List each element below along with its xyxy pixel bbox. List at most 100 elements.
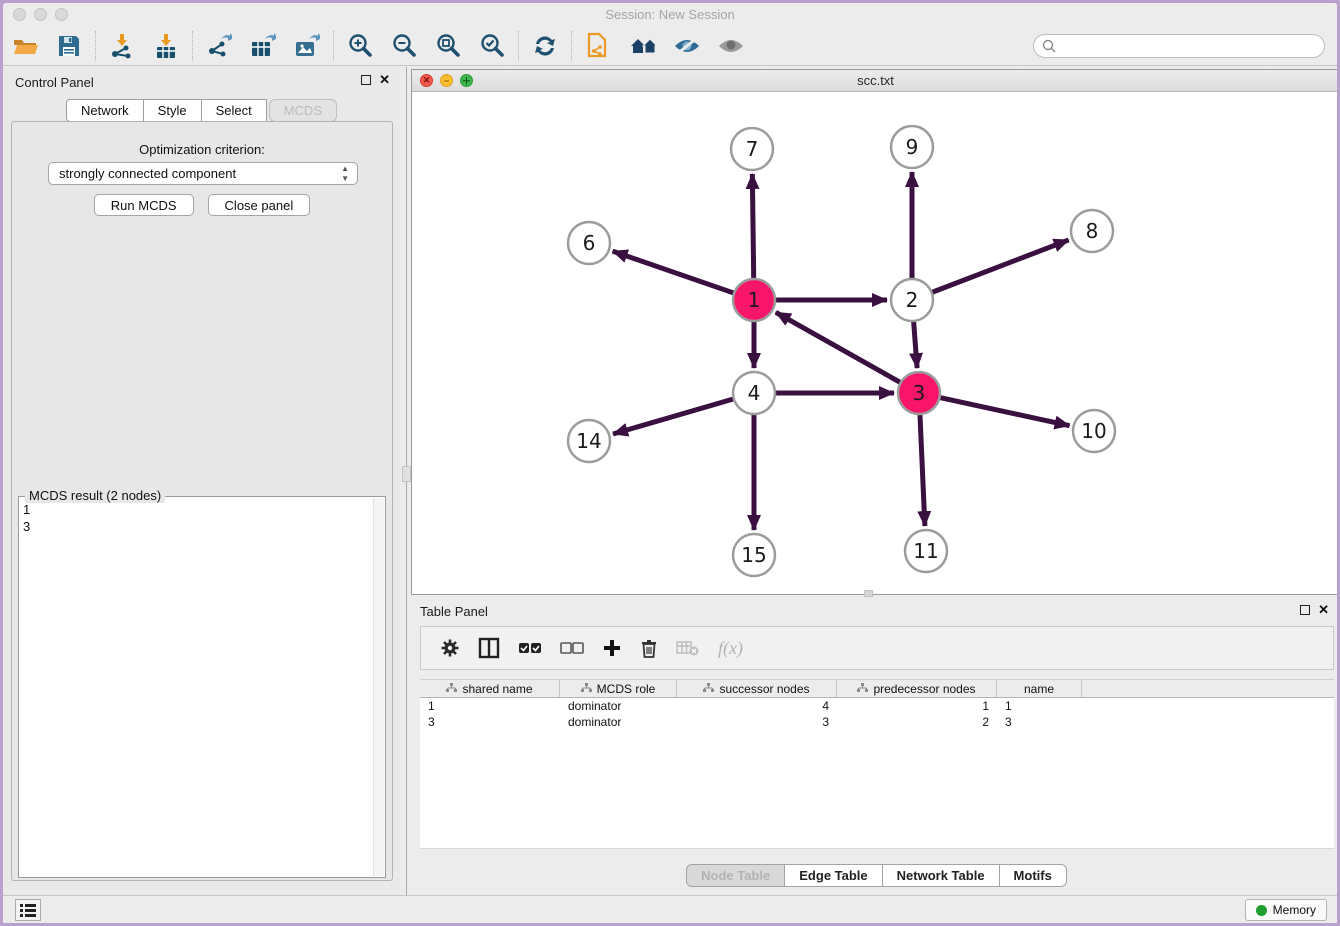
network-file-icon[interactable] (585, 33, 611, 59)
table-cell[interactable]: dominator (560, 698, 677, 714)
tab-edge-table[interactable]: Edge Table (785, 864, 882, 887)
close-table-panel-icon[interactable]: ✕ (1318, 605, 1329, 615)
table-cell[interactable]: 1 (837, 698, 997, 714)
search-input[interactable] (1057, 36, 1324, 56)
graph-node-label-1: 1 (748, 288, 761, 312)
gear-icon[interactable] (440, 638, 460, 658)
column-label: MCDS role (597, 682, 656, 696)
table-cell[interactable]: 3 (420, 714, 560, 730)
column-header-shared-name[interactable]: shared name (420, 680, 560, 697)
column-header-MCDS-role[interactable]: MCDS role (560, 680, 677, 697)
hide-selected-icon[interactable] (673, 33, 699, 59)
table-cell[interactable]: 3 (677, 714, 837, 730)
horizontal-resize-grip[interactable] (864, 590, 873, 597)
tab-mcds[interactable]: MCDS (269, 99, 337, 122)
title-bar: Session: New Session (3, 3, 1337, 27)
sort-icon[interactable] (703, 682, 714, 696)
tab-style[interactable]: Style (144, 99, 202, 122)
edge-3-1[interactable] (776, 312, 900, 382)
tab-motifs[interactable]: Motifs (1000, 864, 1067, 887)
column-label: name (1024, 682, 1054, 696)
graph-node-label-11: 11 (913, 539, 938, 563)
task-history-button[interactable] (15, 899, 41, 921)
search-icon (1042, 39, 1057, 54)
control-panel-tabs: NetworkStyleSelectMCDS (3, 99, 400, 122)
edge-3-10[interactable] (940, 398, 1069, 426)
column-header-name[interactable]: name (997, 680, 1082, 697)
export-image-icon[interactable] (294, 33, 320, 59)
table-cell[interactable]: 1 (997, 698, 1082, 714)
open-session-icon[interactable] (12, 33, 38, 59)
table-cell[interactable]: 4 (677, 698, 837, 714)
home-icon[interactable] (629, 33, 655, 59)
column-header-successor-nodes[interactable]: successor nodes (677, 680, 837, 697)
window-title: Session: New Session (3, 7, 1337, 22)
tab-select[interactable]: Select (202, 99, 267, 122)
zoom-fit-icon[interactable] (435, 33, 461, 59)
close-panel-icon[interactable]: ✕ (379, 75, 390, 85)
table-cell[interactable]: 1 (420, 698, 560, 714)
column-header-predecessor-nodes[interactable]: predecessor nodes (837, 680, 997, 697)
run-mcds-button[interactable]: Run MCDS (94, 194, 194, 216)
graph-node-label-7: 7 (746, 137, 759, 161)
refresh-icon[interactable] (532, 33, 558, 59)
add-column-icon[interactable] (602, 638, 622, 658)
float-table-panel-icon[interactable] (1300, 605, 1310, 615)
toolbar-separator (571, 31, 572, 61)
network-canvas[interactable]: 7968124314101511 (412, 92, 1339, 594)
export-network-icon[interactable] (206, 33, 232, 59)
memory-label: Memory (1273, 903, 1316, 917)
show-all-icon[interactable] (717, 33, 743, 59)
tab-network-table[interactable]: Network Table (883, 864, 1000, 887)
edge-2-8[interactable] (933, 240, 1069, 292)
zoom-in-icon[interactable] (347, 33, 373, 59)
float-panel-icon[interactable] (361, 75, 371, 85)
select-all-icon[interactable] (518, 641, 542, 655)
edge-4-14[interactable] (613, 399, 733, 434)
column-label: shared name (462, 682, 532, 696)
import-network-icon[interactable] (109, 33, 135, 59)
dropdown-stepper-icon: ▲▼ (341, 164, 349, 184)
export-table-icon[interactable] (250, 33, 276, 59)
table-panel: Table Panel ✕ (410, 600, 1340, 895)
edge-2-3[interactable] (914, 322, 917, 368)
mcds-result-list[interactable]: 1 3 (23, 501, 371, 873)
zoom-out-icon[interactable] (391, 33, 417, 59)
criterion-value: strongly connected component (59, 166, 236, 181)
import-table-icon[interactable] (153, 33, 179, 59)
criterion-dropdown[interactable]: strongly connected component ▲▼ (48, 162, 358, 185)
deselect-all-icon[interactable] (560, 641, 584, 655)
tab-node-table[interactable]: Node Table (686, 864, 785, 887)
edge-1-6[interactable] (613, 251, 734, 293)
close-panel-button[interactable]: Close panel (208, 194, 311, 216)
sort-icon[interactable] (857, 682, 868, 696)
graph-node-label-6: 6 (583, 231, 596, 255)
edge-1-7[interactable] (752, 174, 753, 278)
function-builder-icon[interactable]: f(x) (718, 638, 743, 659)
table-body: 1dominator4113dominator323 (420, 698, 1334, 730)
table-cell[interactable]: dominator (560, 714, 677, 730)
search-box (1033, 34, 1325, 58)
delete-column-icon[interactable] (640, 638, 658, 658)
memory-button[interactable]: Memory (1245, 899, 1327, 921)
delete-table-icon[interactable] (676, 639, 700, 657)
graph-node-label-3: 3 (913, 381, 926, 405)
sort-icon[interactable] (581, 682, 592, 696)
control-panel-title: Control Panel (15, 75, 94, 90)
network-window-title: scc.txt (412, 73, 1339, 88)
table-cell[interactable]: 2 (837, 714, 997, 730)
table-row[interactable]: 1dominator411 (420, 698, 1334, 714)
table-cell[interactable]: 3 (997, 714, 1082, 730)
column-chooser-icon[interactable] (478, 637, 500, 659)
table-tabs: Node TableEdge TableNetwork TableMotifs (410, 864, 1340, 887)
splitter-grip[interactable] (402, 466, 411, 482)
sort-icon[interactable] (446, 682, 457, 696)
result-scrollbar[interactable] (373, 498, 384, 876)
tab-network[interactable]: Network (66, 99, 144, 122)
zoom-selected-icon[interactable] (479, 33, 505, 59)
save-session-icon[interactable] (56, 33, 82, 59)
table-toolbar: f(x) (420, 626, 1334, 670)
edge-3-11[interactable] (920, 415, 925, 526)
table-row[interactable]: 3dominator323 (420, 714, 1334, 730)
network-window-titlebar[interactable]: ✕ − ＋ scc.txt (412, 70, 1339, 92)
